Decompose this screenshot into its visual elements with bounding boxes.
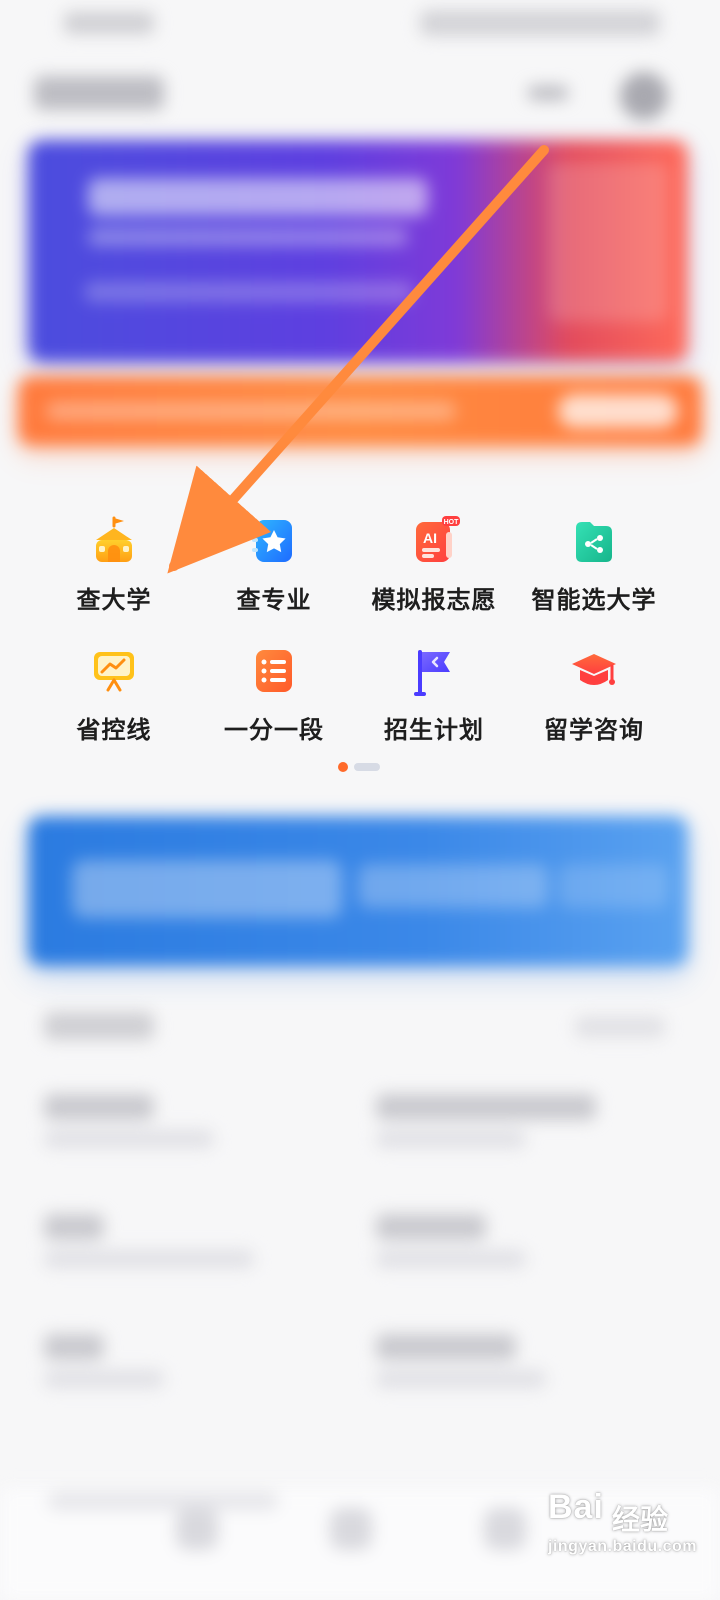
list-item-blurred[interactable]: [44, 1214, 354, 1284]
feature-label: 留学咨询: [544, 716, 644, 744]
bottom-nav-icon[interactable]: [330, 1508, 372, 1550]
profile-icon-blurred[interactable]: [620, 72, 668, 120]
top-banner-headline-blurred: [88, 178, 428, 216]
baidu-brand-text: Bai: [548, 1488, 604, 1526]
bottom-nav-icon[interactable]: [484, 1508, 526, 1550]
top-banner-subline-blurred: [88, 228, 408, 246]
feature-item-smart-pick[interactable]: 智能选大学: [504, 492, 684, 614]
bottom-hint-blurred: [48, 1492, 278, 1510]
blue-banner-text-blurred: [358, 864, 548, 908]
list-item-blurred[interactable]: [376, 1094, 686, 1164]
ai-text: AI: [423, 530, 437, 546]
orange-banner-text-blurred: [46, 402, 456, 420]
major-book-icon: [246, 512, 302, 568]
list-item-blurred[interactable]: [376, 1334, 686, 1404]
blue-banner-logo-blurred: [72, 860, 342, 918]
baidu-watermark: Bai 经验 jingyan.baidu.com: [548, 1488, 718, 1578]
top-banner[interactable]: [28, 140, 688, 362]
feature-label: 省控线: [76, 716, 152, 744]
feature-item-check-major[interactable]: 查专业: [184, 492, 364, 614]
status-right-blurred: [420, 10, 660, 36]
list-item-blurred[interactable]: [44, 1094, 354, 1164]
baidu-brand-cn-text: 经验: [612, 1504, 669, 1535]
blue-banner-subtext-blurred: [558, 864, 668, 908]
section-title-blurred: [44, 1012, 154, 1040]
carousel-pagination[interactable]: [338, 760, 388, 772]
feature-label: 智能选大学: [531, 586, 657, 614]
top-banner-graphic-blurred: [548, 162, 668, 322]
share-folder-icon: [566, 512, 622, 568]
feature-item-enrollment-plan[interactable]: 招生计划: [344, 622, 524, 744]
app-title-blurred: [34, 76, 164, 110]
feature-label: 模拟报志愿: [371, 586, 497, 614]
feature-label: 一分一段: [224, 716, 324, 744]
top-banner-footnote-blurred: [84, 282, 414, 302]
orange-banner-button-blurred[interactable]: [558, 394, 678, 428]
baidu-url-text: jingyan.baidu.com: [548, 1538, 697, 1555]
section-more-blurred[interactable]: [575, 1016, 665, 1038]
school-building-icon: [86, 512, 142, 568]
carousel-dot-inactive[interactable]: [354, 763, 380, 771]
feature-item-score-distribution[interactable]: 一分一段: [184, 622, 364, 744]
features-grid: 查大学 查专业 HOT AI 模拟报志愿 智能选大学 省控线 一分一段 招生计划…: [0, 492, 720, 752]
hot-badge-text: HOT: [444, 519, 460, 526]
list-icon: [246, 642, 302, 698]
bottom-nav-icon[interactable]: [176, 1508, 218, 1550]
feature-item-check-university[interactable]: 查大学: [24, 492, 204, 614]
feature-item-study-abroad[interactable]: 留学咨询: [504, 622, 684, 744]
feature-item-mock-application[interactable]: HOT AI 模拟报志愿: [344, 492, 524, 614]
flag-icon: [406, 642, 462, 698]
feature-item-province-line[interactable]: 省控线: [24, 622, 204, 744]
middle-blue-banner[interactable]: [28, 816, 688, 966]
feature-label: 招生计划: [384, 716, 484, 744]
carousel-dot-active[interactable]: [338, 762, 348, 772]
list-item-blurred[interactable]: [376, 1214, 686, 1284]
feature-label: 查专业: [236, 586, 312, 614]
list-item-blurred[interactable]: [44, 1334, 354, 1404]
graduation-cap-icon: [566, 642, 622, 698]
orange-promo-banner[interactable]: [18, 376, 702, 446]
ai-hot-icon: HOT AI: [406, 512, 462, 568]
status-left-blurred: [64, 12, 154, 34]
header-icon-blurred[interactable]: [528, 86, 568, 100]
chart-board-icon: [86, 642, 142, 698]
feature-label: 查大学: [76, 586, 152, 614]
